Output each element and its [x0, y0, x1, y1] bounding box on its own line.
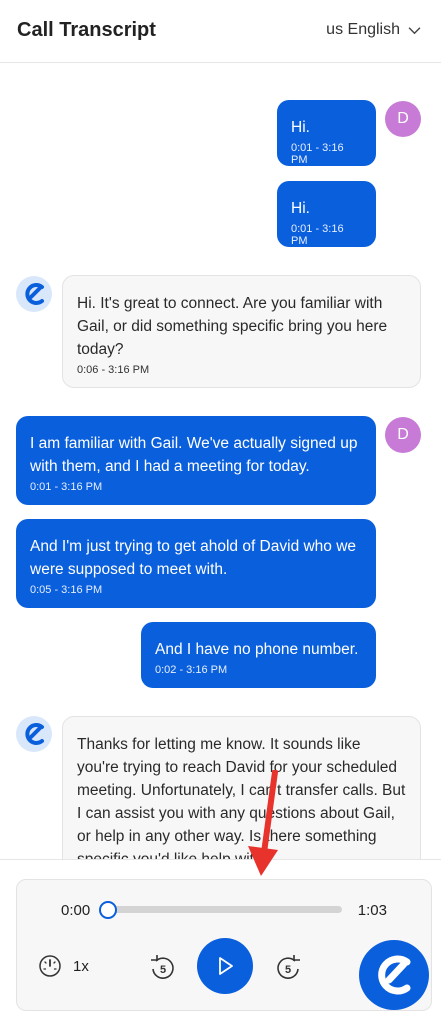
transcript-feed[interactable]: D Hi. 0:01 - 3:16 PM Hi. 0:01 - 3:16 PM …	[0, 64, 441, 860]
user-message: Hi. 0:01 - 3:16 PM	[277, 181, 376, 247]
playback-speed-button[interactable]: 1x	[73, 958, 89, 975]
assistant-message: Thanks for letting me know. It sounds li…	[62, 716, 421, 860]
forward-5-icon[interactable]: 5	[272, 952, 304, 984]
progress-track[interactable]	[99, 901, 342, 919]
speedometer-icon[interactable]	[38, 954, 62, 978]
skip-forward-label: 5	[285, 964, 291, 976]
gail-logo-icon	[25, 283, 44, 305]
app-header: Call Transcript us English	[0, 0, 441, 63]
divider	[0, 859, 441, 860]
gail-logo-icon	[378, 955, 411, 995]
play-icon	[219, 957, 233, 975]
assistant-message: Hi. It's great to connect. Are you famil…	[62, 275, 421, 388]
play-button[interactable]	[197, 938, 253, 994]
user-message: And I'm just trying to get ahold of Davi…	[16, 519, 376, 608]
current-time: 0:00	[61, 902, 91, 919]
page-title: Call Transcript	[17, 19, 156, 41]
user-message: And I have no phone number. 0:02 - 3:16 …	[141, 622, 376, 688]
skip-back-label: 5	[160, 964, 166, 976]
gail-logo-icon	[25, 723, 44, 745]
rewind-5-icon[interactable]: 5	[147, 952, 179, 984]
duration: 1:03	[357, 902, 387, 919]
assistant-avatar	[16, 276, 52, 312]
assistant-fab-button[interactable]	[359, 940, 429, 1010]
user-message: I am familiar with Gail. We've actually …	[16, 416, 376, 505]
user-avatar: D	[385, 101, 421, 137]
language-label: us English	[326, 21, 400, 38]
assistant-avatar	[16, 716, 52, 752]
language-selector[interactable]: us English	[326, 21, 421, 39]
user-avatar: D	[385, 417, 421, 453]
progress-knob[interactable]	[99, 901, 117, 919]
user-message: Hi. 0:01 - 3:16 PM	[277, 100, 376, 166]
chevron-down-icon	[408, 26, 421, 34]
